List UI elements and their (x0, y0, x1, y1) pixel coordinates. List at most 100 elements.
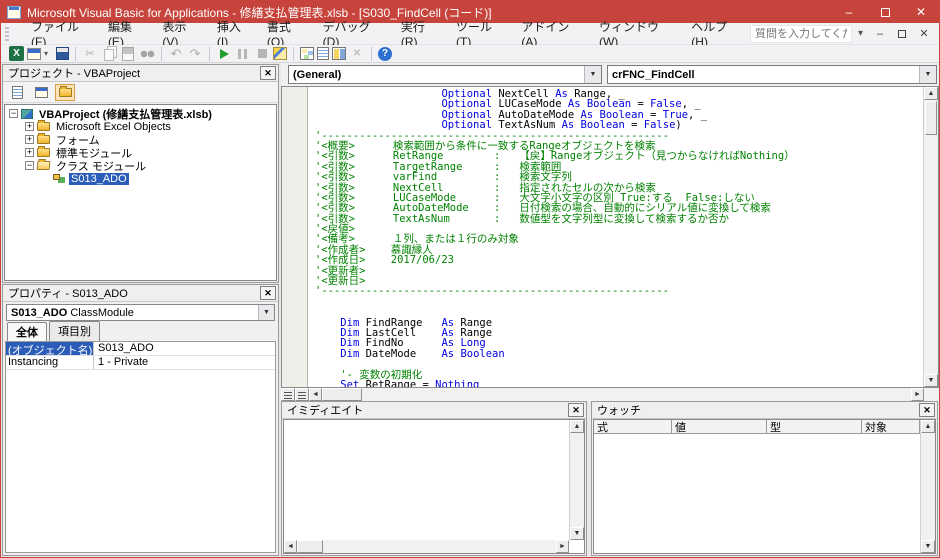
help-search-input[interactable] (750, 25, 852, 43)
scrollbar-thumb[interactable] (322, 388, 362, 401)
procedure-combo[interactable]: crFNC_FindCell ▼ (607, 65, 937, 84)
minimize-button[interactable]: – (831, 1, 867, 23)
full-module-view-button[interactable] (295, 388, 309, 401)
mdi-restore-button[interactable] (891, 25, 913, 43)
code-text[interactable]: Optional NextCell As Range, _ Optional L… (315, 89, 921, 387)
watch-column-header[interactable]: 型 (767, 420, 862, 433)
scroll-left-icon[interactable]: ◄ (284, 540, 297, 553)
procedure-combo-value: crFNC_FindCell (612, 69, 695, 81)
project-explorer-icon[interactable] (300, 47, 314, 60)
search-dropdown-icon[interactable]: ▾ (852, 28, 869, 39)
combo-dropdown-icon[interactable]: ▼ (919, 66, 936, 83)
view-code-button[interactable] (7, 84, 27, 101)
scroll-right-icon[interactable]: ► (911, 388, 924, 401)
properties-close-button[interactable]: ✕ (260, 286, 276, 300)
code-line: '---------------------------------------… (315, 286, 921, 296)
tree-item[interactable]: +Microsoft Excel Objects (5, 120, 276, 133)
dropdown-caret-icon[interactable]: ▾ (44, 49, 53, 58)
immediate-vertical-scrollbar[interactable]: ▲ ▼ (569, 420, 584, 540)
properties-object-combo[interactable]: S013_ADO ClassModule ▼ (6, 304, 275, 321)
scroll-left-icon[interactable]: ◄ (309, 388, 322, 401)
run-icon[interactable] (216, 46, 232, 62)
mdi-minimize-button[interactable]: – (869, 25, 891, 43)
code-editor[interactable]: Optional NextCell As Range, _ Optional L… (281, 86, 939, 388)
scroll-right-icon[interactable]: ► (556, 540, 569, 553)
project-panel-titlebar[interactable]: プロジェクト - VBAProject ✕ (3, 65, 278, 82)
watch-panel: ウォッチ ✕ 式値型対象 ▲ ▼ (591, 401, 938, 556)
immediate-close-button[interactable]: ✕ (568, 403, 584, 417)
copy-icon (101, 46, 117, 62)
immediate-panel-titlebar[interactable]: イミディエイト ✕ (282, 402, 586, 419)
toolbar-separator (293, 47, 294, 61)
property-name[interactable]: Instancing (6, 356, 94, 369)
save-icon[interactable] (56, 47, 69, 60)
immediate-body[interactable]: ▲ ▼ ◄ ► (283, 419, 585, 554)
watch-panel-titlebar[interactable]: ウォッチ ✕ (592, 402, 937, 419)
menu-grip-handle[interactable] (5, 27, 9, 41)
property-row[interactable]: Instancing1 - Private (6, 356, 275, 370)
maximize-button[interactable] (867, 1, 903, 23)
object-browser-icon[interactable] (332, 47, 346, 60)
project-explorer-panel: プロジェクト - VBAProject ✕ −VBAProject (修繕支払管… (2, 64, 279, 283)
view-object-button[interactable] (31, 84, 51, 101)
code-line (315, 297, 921, 307)
tab-alphabetic[interactable]: 全体 (7, 322, 47, 342)
undo-icon: ↶ (168, 46, 184, 62)
tree-item[interactable]: S013_ADO (5, 172, 276, 185)
tree-item[interactable]: −VBAProject (修繕支払管理表.xlsb) (5, 107, 276, 120)
insert-userform-icon[interactable] (27, 48, 41, 60)
property-value[interactable]: S013_ADO (94, 342, 158, 355)
combo-dropdown-icon[interactable]: ▼ (584, 66, 601, 83)
code-margin-indicator-bar[interactable] (282, 87, 308, 387)
scroll-up-icon[interactable]: ▲ (570, 420, 584, 433)
tab-categorized[interactable]: 項目別 (49, 321, 100, 341)
scrollbar-track[interactable] (362, 388, 911, 401)
properties-panel-titlebar[interactable]: プロパティ - S013_ADO ✕ (3, 285, 278, 302)
watch-column-header[interactable]: 式 (594, 420, 672, 433)
watch-column-header[interactable]: 値 (672, 420, 767, 433)
watch-vertical-scrollbar[interactable]: ▲ ▼ (920, 420, 935, 553)
collapse-icon[interactable]: − (25, 161, 34, 170)
expand-icon[interactable]: + (25, 135, 34, 144)
property-row[interactable]: (オブジェクト名)S013_ADO (6, 342, 275, 356)
design-mode-icon[interactable] (273, 47, 287, 60)
expand-icon[interactable]: + (25, 122, 34, 131)
toggle-folders-button[interactable] (55, 84, 75, 101)
mdi-close-button[interactable]: ✕ (913, 25, 935, 43)
property-value[interactable]: 1 - Private (94, 356, 152, 369)
scroll-up-icon[interactable]: ▲ (924, 87, 938, 100)
properties-panel-title: プロパティ - S013_ADO (8, 285, 128, 301)
properties-window-icon[interactable] (317, 47, 329, 60)
restore-icon (898, 30, 906, 38)
close-button[interactable]: ✕ (903, 1, 939, 23)
collapse-icon[interactable]: − (9, 109, 18, 118)
scroll-down-icon[interactable]: ▼ (570, 527, 584, 540)
code-horizontal-scrollbar[interactable]: ◄ ► (281, 388, 939, 401)
scrollbar-thumb[interactable] (925, 101, 937, 135)
view-excel-icon[interactable]: X (9, 46, 24, 61)
scroll-down-icon[interactable]: ▼ (924, 374, 938, 387)
maximize-icon (881, 8, 890, 17)
scroll-up-icon[interactable]: ▲ (921, 420, 935, 433)
vba-app-icon (7, 6, 21, 19)
immediate-horizontal-scrollbar[interactable]: ◄ ► (284, 540, 569, 553)
tree-item[interactable]: +フォーム (5, 133, 276, 146)
mdi-client-area: プロジェクト - VBAProject ✕ −VBAProject (修繕支払管… (1, 63, 939, 557)
procedure-view-button[interactable] (281, 388, 295, 401)
object-combo[interactable]: (General) ▼ (288, 65, 602, 84)
scroll-down-icon[interactable]: ▼ (921, 540, 935, 553)
code-vertical-scrollbar[interactable]: ▲ ▼ (923, 87, 938, 387)
combo-dropdown-icon[interactable]: ▼ (258, 305, 274, 320)
watch-body[interactable]: 式値型対象 ▲ ▼ (593, 419, 936, 554)
watch-column-header[interactable]: 対象 (862, 420, 920, 433)
help-icon[interactable]: ? (378, 47, 392, 61)
tree-item[interactable]: −クラス モジュール (5, 159, 276, 172)
expand-icon[interactable]: + (25, 148, 34, 157)
reset-icon (254, 46, 270, 62)
property-name[interactable]: (オブジェクト名) (6, 342, 94, 355)
watch-close-button[interactable]: ✕ (919, 403, 935, 417)
project-close-button[interactable]: ✕ (260, 66, 276, 80)
scrollbar-thumb[interactable] (297, 540, 323, 553)
code-line: Optional TextAsNum As Boolean = False) (315, 120, 921, 130)
scrollbar-track[interactable] (323, 540, 556, 553)
